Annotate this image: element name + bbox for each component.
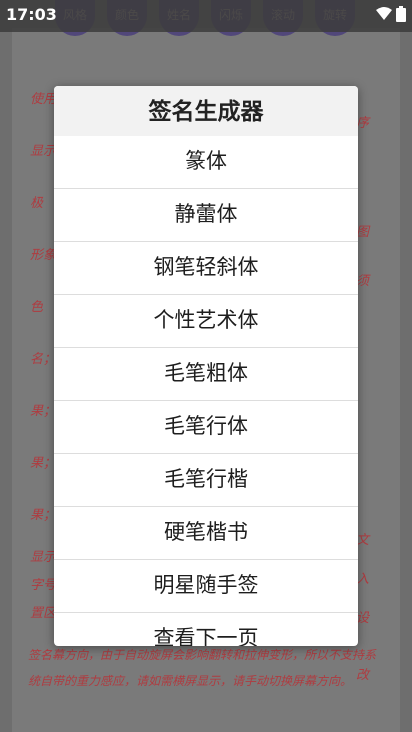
background-bottom-text: 签名幕方向，由于自动旋屏会影响翻转和拉伸变形，所以不支持系统自带的重力感应，请如… xyxy=(28,648,377,688)
menu-item-seal-script[interactable]: 篆体 xyxy=(54,136,358,189)
bg-text: 使用 xyxy=(30,92,57,107)
bg-text: 字号 xyxy=(30,578,57,593)
bg-text: 果； xyxy=(30,508,57,523)
bg-text: 果； xyxy=(30,456,57,471)
bg-text: 果； xyxy=(30,404,57,419)
dialog-title: 签名生成器 xyxy=(54,86,358,136)
bg-text: 显示 xyxy=(30,144,57,159)
bg-text: 置区 xyxy=(30,606,57,621)
menu-item-hard-pen-regular[interactable]: 硬笔楷书 xyxy=(54,507,358,560)
menu-item-pen-italic[interactable]: 钢笔轻斜体 xyxy=(54,242,358,295)
bg-text: 名； xyxy=(30,352,57,367)
menu-item-brush-bold[interactable]: 毛笔粗体 xyxy=(54,348,358,401)
menu-item-art[interactable]: 个性艺术体 xyxy=(54,295,358,348)
menu-item-celebrity[interactable]: 明星随手签 xyxy=(54,560,358,613)
bg-text: 色 xyxy=(30,300,44,315)
background-left-text: 使用 显示 极 形象 色 名； 果； 果； 果； 显示 字号 置区 xyxy=(30,88,56,621)
bg-text: 显示 xyxy=(30,550,57,565)
menu-item-brush-running-regular[interactable]: 毛笔行楷 xyxy=(54,454,358,507)
menu-item-jinglei[interactable]: 静蕾体 xyxy=(54,189,358,242)
status-icons xyxy=(376,6,406,22)
status-time: 17:03 xyxy=(6,5,57,24)
menu-item-brush-running[interactable]: 毛笔行体 xyxy=(54,401,358,454)
signature-generator-dialog: 签名生成器 篆体 静蕾体 钢笔轻斜体 个性艺术体 毛笔粗体 毛笔行体 毛笔行楷 … xyxy=(54,86,358,646)
wifi-icon xyxy=(376,7,392,20)
battery-icon xyxy=(396,6,406,22)
status-bar: 17:03 xyxy=(0,0,412,32)
bg-text: 形象 xyxy=(30,248,57,263)
bg-text: 极 xyxy=(30,196,44,211)
menu-item-next-page[interactable]: 查看下一页 xyxy=(54,613,358,646)
